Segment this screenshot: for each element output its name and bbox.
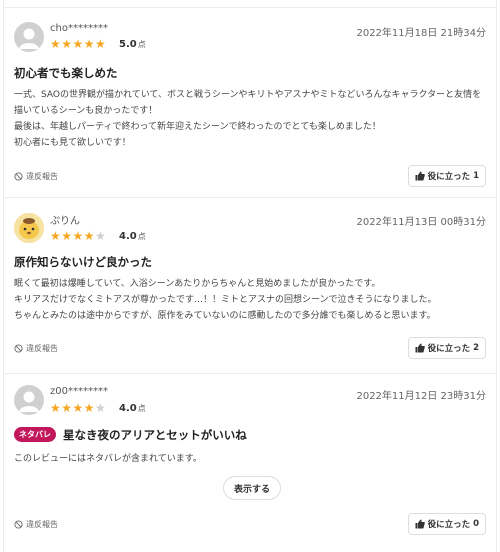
prohibited-icon xyxy=(14,172,23,181)
spoiler-notice: このレビューにはネタバレが含まれています。 xyxy=(14,454,202,464)
helpful-button[interactable]: 役に立った 1 xyxy=(407,165,486,187)
review-date: 2022年11月12日 23時31分 xyxy=(356,391,486,402)
star-rating: ★★★★★ xyxy=(50,401,107,415)
reviewer-name[interactable]: ぷりん xyxy=(50,212,80,227)
review-item: z00******** ★★★★★ 4.0点 2022年11月12日 23時31… xyxy=(4,373,496,552)
reviewer-name[interactable]: cho******** xyxy=(50,23,108,34)
rating-score: 4.0点 xyxy=(119,231,146,242)
review-title: 星なき夜のアリアとセットがいいね xyxy=(63,428,247,442)
avatar xyxy=(14,213,44,243)
spoiler-badge: ネタバレ xyxy=(14,427,56,442)
review-date: 2022年11月13日 00時31分 xyxy=(356,217,486,228)
pompompurin-avatar-icon xyxy=(14,213,44,243)
rating-score: 4.0点 xyxy=(119,403,146,414)
reviewer-name[interactable]: z00******** xyxy=(50,386,108,397)
report-link[interactable]: 違反報告 xyxy=(14,519,58,530)
report-link[interactable]: 違反報告 xyxy=(14,171,58,182)
prohibited-icon xyxy=(14,344,23,353)
review-item: cho******** ★★★★★ 5.0点 2022年11月18日 21時34… xyxy=(4,7,496,197)
thumbs-up-icon xyxy=(415,343,425,353)
report-link[interactable]: 違反報告 xyxy=(14,343,58,354)
prohibited-icon xyxy=(14,520,23,529)
avatar xyxy=(14,385,44,415)
show-spoiler-button[interactable]: 表示する xyxy=(223,476,281,500)
thumbs-up-icon xyxy=(415,519,425,529)
review-title: 原作知らないけど良かった xyxy=(14,255,152,269)
thumbs-up-icon xyxy=(415,171,425,181)
helpful-button[interactable]: 役に立った 0 xyxy=(407,513,486,535)
helpful-button[interactable]: 役に立った 2 xyxy=(407,337,486,359)
review-list: cho******** ★★★★★ 5.0点 2022年11月18日 21時34… xyxy=(3,0,497,552)
review-body: 眠くて最初は爆睡していて、入浴シーンあたりからちゃんと見始めましたが良かったです… xyxy=(14,279,437,321)
user-icon xyxy=(19,391,39,412)
review-body: 一式、SAOの世界観が描かれていて、ボスと戦うシーンやキリトやアスナやミトなどい… xyxy=(14,90,482,148)
review-title: 初心者でも楽しめた xyxy=(14,66,118,80)
review-date: 2022年11月18日 21時34分 xyxy=(356,28,486,39)
avatar xyxy=(14,22,44,52)
star-rating: ★★★★★ xyxy=(50,37,107,51)
rating-score: 5.0点 xyxy=(119,39,146,50)
user-icon xyxy=(19,28,39,49)
star-rating: ★★★★★ xyxy=(50,229,107,243)
review-item: ぷりん ★★★★★ 4.0点 2022年11月13日 00時31分 原作知らない… xyxy=(4,197,496,373)
